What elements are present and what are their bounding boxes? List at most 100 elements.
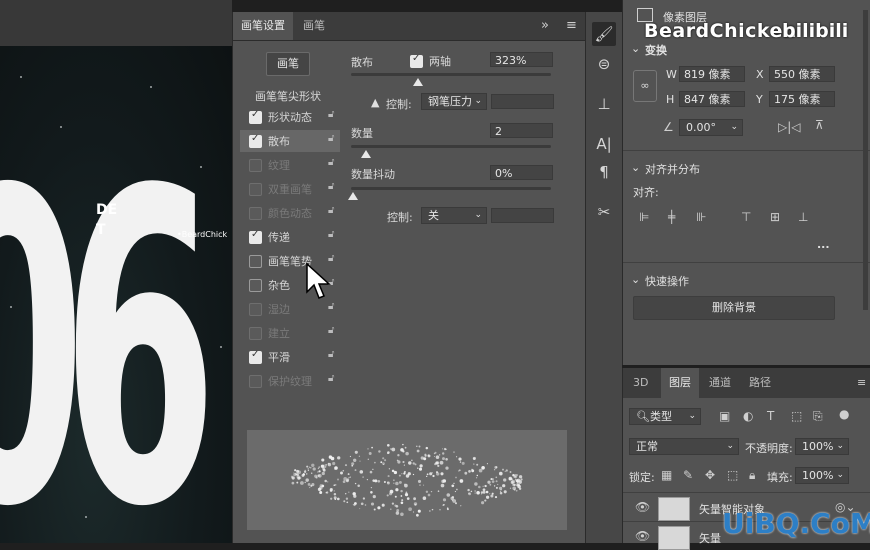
brush-tip-shape-label[interactable]: 画笔笔尖形状 xyxy=(255,88,321,104)
count-jitter-value-field[interactable]: 0% xyxy=(490,165,553,180)
option-checkbox[interactable] xyxy=(249,375,262,388)
scatter-value-field[interactable]: 323% xyxy=(490,52,553,67)
control2-select[interactable]: 关 ⌄ xyxy=(421,207,487,224)
option-checkbox[interactable] xyxy=(249,255,262,268)
option-checkbox[interactable] xyxy=(249,159,262,172)
quick-collapse-icon[interactable]: ⌄ xyxy=(631,273,640,286)
option-checkbox[interactable] xyxy=(249,207,262,220)
clone-source-icon[interactable]: ⊥ xyxy=(592,92,616,116)
x-field[interactable]: 550 像素 xyxy=(769,66,835,82)
link-icon[interactable]: ∞ xyxy=(633,70,657,102)
lock-icon[interactable]: 🔓︎ xyxy=(328,349,334,360)
layer-filter-select[interactable]: 🔍︎类型 ⌄ xyxy=(629,408,701,425)
scatter-slider[interactable] xyxy=(351,73,551,76)
option-label[interactable]: 双重画笔 xyxy=(268,181,312,197)
count-slider[interactable] xyxy=(351,145,551,148)
transform-title[interactable]: 变换 xyxy=(645,42,667,58)
option-label[interactable]: 颜色动态 xyxy=(268,205,312,221)
angle-field[interactable]: 0.00° ⌄ xyxy=(679,119,743,136)
scatter-slider-thumb[interactable] xyxy=(413,78,423,86)
brush-presets-button[interactable]: 画笔 xyxy=(266,52,310,76)
lock-icon[interactable]: 🔓︎ xyxy=(328,133,334,144)
height-field[interactable]: 847 像素 xyxy=(679,91,745,107)
lock-position-icon[interactable]: ✥ xyxy=(705,468,715,482)
brush-option-item[interactable]: 平滑 🔓︎ xyxy=(240,346,340,368)
collapse-icon[interactable]: » xyxy=(541,18,549,33)
brush-option-item[interactable]: 散布 🔓︎ xyxy=(240,130,340,152)
brush-presets-icon[interactable]: ⊜ xyxy=(592,52,616,76)
option-label[interactable]: 平滑 xyxy=(268,349,290,365)
lock-transparent-icon[interactable]: ▦ xyxy=(661,468,672,482)
smart-object-filter-icon[interactable]: ⎘ xyxy=(813,409,823,424)
tab-3d[interactable]: 3D xyxy=(625,368,656,398)
tab-brushes[interactable]: 画笔 xyxy=(295,12,333,40)
flip-horizontal-icon[interactable]: ▷|◁ xyxy=(778,120,801,134)
both-axes-check-icon[interactable] xyxy=(410,53,423,68)
both-axes-checkbox[interactable]: 两轴 xyxy=(401,50,471,72)
lock-all-icon[interactable]: 🔒︎ xyxy=(749,468,755,483)
brush-option-item[interactable]: 建立 🔓︎ xyxy=(240,322,340,344)
visibility-eye-icon[interactable]: 👁︎ xyxy=(635,529,650,543)
option-label[interactable]: 建立 xyxy=(268,325,290,341)
lock-icon[interactable]: 🔓︎ xyxy=(328,301,334,312)
count-jitter-slider-thumb[interactable] xyxy=(348,192,358,200)
option-checkbox[interactable] xyxy=(249,229,262,244)
lock-icon[interactable]: 🔓︎ xyxy=(328,205,334,216)
count-slider-thumb[interactable] xyxy=(361,150,371,158)
option-checkbox[interactable] xyxy=(249,303,262,316)
shape-filter-icon[interactable]: ⬚ xyxy=(791,409,802,423)
width-field[interactable]: 819 像素 xyxy=(679,66,745,82)
lock-icon[interactable]: 🔓︎ xyxy=(328,229,334,240)
lock-icon[interactable]: 🔓︎ xyxy=(328,109,334,120)
option-checkbox[interactable] xyxy=(249,133,262,148)
properties-scrollbar[interactable] xyxy=(863,10,868,310)
transform-collapse-icon[interactable]: ⌄ xyxy=(631,42,640,55)
lock-icon[interactable]: 🔓︎ xyxy=(328,373,334,384)
paragraph-icon[interactable]: ¶ xyxy=(592,160,616,184)
brush-option-item[interactable]: 保护纹理 🔓︎ xyxy=(240,370,340,392)
count-value-field[interactable]: 2 xyxy=(490,123,553,138)
tab-paths[interactable]: 路径 xyxy=(741,368,779,398)
document-canvas[interactable]: 0 6 DE T •BeardChick xyxy=(0,0,232,543)
brush-option-item[interactable]: 双重画笔 🔓︎ xyxy=(240,178,340,200)
panel-menu-icon[interactable]: ≡ xyxy=(566,18,577,33)
tab-channels[interactable]: 通道 xyxy=(701,368,739,398)
opacity-field[interactable]: 100% ⌄ xyxy=(795,438,849,455)
align-distribute-title[interactable]: 对齐并分布 xyxy=(645,161,700,177)
option-label[interactable]: 杂色 xyxy=(268,277,290,293)
character-icon[interactable]: A| xyxy=(592,132,616,156)
align-bottom-icon[interactable]: ⊥ xyxy=(798,210,808,224)
y-field[interactable]: 175 像素 xyxy=(769,91,835,107)
option-label[interactable]: 散布 xyxy=(268,133,290,149)
filter-toggle-icon[interactable]: ● xyxy=(839,407,849,421)
align-top-icon[interactable]: ⊤ xyxy=(741,210,751,224)
lock-image-icon[interactable]: ✎ xyxy=(683,468,693,482)
brush-settings-icon[interactable]: 🖌 xyxy=(592,22,616,46)
remove-background-button[interactable]: 删除背景 xyxy=(633,296,835,320)
adjustment-filter-icon[interactable]: ◐ xyxy=(743,409,753,423)
tab-brush-settings[interactable]: 画笔设置 xyxy=(233,12,293,40)
option-label[interactable]: 湿边 xyxy=(268,301,290,317)
align-hcenter-icon[interactable]: ╪ xyxy=(668,210,675,224)
lock-icon[interactable]: 🔓︎ xyxy=(328,325,334,336)
option-label[interactable]: 传递 xyxy=(268,229,290,245)
option-checkbox[interactable] xyxy=(249,279,262,292)
lock-icon[interactable]: 🔓︎ xyxy=(328,181,334,192)
layer-name[interactable]: 矢量 xyxy=(699,530,721,546)
tool-presets-icon[interactable]: ✂ xyxy=(592,200,616,224)
flip-vertical-icon[interactable]: ⊼ xyxy=(815,118,824,132)
lock-icon[interactable]: 🔓︎ xyxy=(328,157,334,168)
panel-menu-icon[interactable]: ≡ xyxy=(857,376,866,389)
control1-select[interactable]: 钢笔压力 ⌄ xyxy=(421,93,487,110)
pixel-filter-icon[interactable]: ▣ xyxy=(719,409,730,423)
brush-option-item[interactable]: 形状动态 🔓︎ xyxy=(240,106,340,128)
visibility-eye-icon[interactable]: 👁︎ xyxy=(635,500,650,514)
fill-field[interactable]: 100% ⌄ xyxy=(795,467,849,484)
align-right-icon[interactable]: ⊪ xyxy=(696,210,706,224)
option-label[interactable]: 纹理 xyxy=(268,157,290,173)
align-left-icon[interactable]: ⊫ xyxy=(639,210,649,224)
type-filter-icon[interactable]: T xyxy=(767,409,774,423)
align-vcenter-icon[interactable]: ⊞ xyxy=(770,210,780,224)
more-options-icon[interactable]: ... xyxy=(817,238,830,251)
brush-option-item[interactable]: 颜色动态 🔓︎ xyxy=(240,202,340,224)
